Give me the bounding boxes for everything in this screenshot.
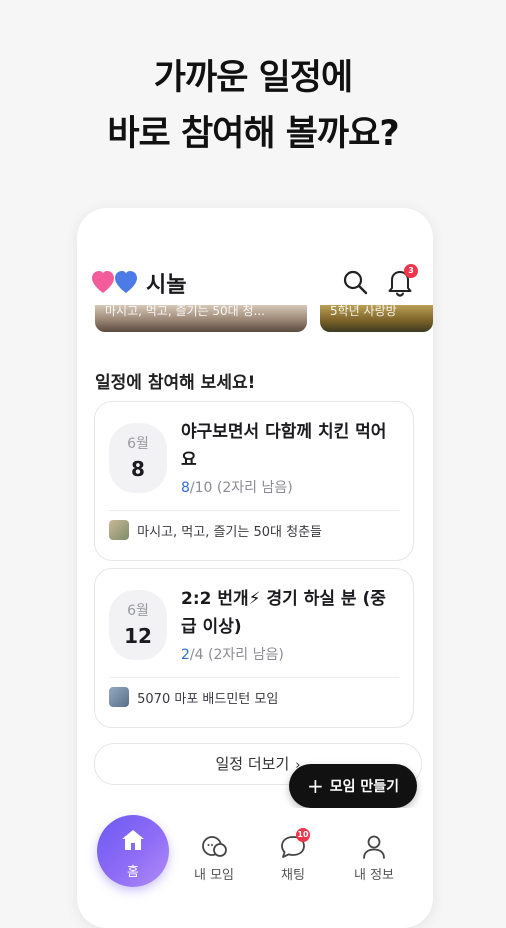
user-icon (363, 835, 385, 859)
chat-badge: 10 (296, 828, 310, 842)
group-name: 5070 마포 배드민턴 모임 (137, 691, 279, 707)
tab-home[interactable]: 홈 (97, 815, 169, 887)
event-month: 6월 (127, 436, 149, 452)
search-icon[interactable] (341, 268, 369, 296)
create-group-label: 모임 만들기 (329, 779, 400, 795)
group-thumbnail (109, 687, 129, 707)
event-month: 6월 (127, 603, 149, 619)
home-icon (122, 830, 144, 850)
capacity-current: 2 (181, 647, 190, 663)
create-group-button[interactable]: + 모임 만들기 (289, 764, 417, 808)
notification-button[interactable]: 3 (386, 264, 418, 299)
group-carousel-card[interactable]: 마시고, 먹고, 즐기는 50대 청... (95, 305, 307, 332)
tab-my-info[interactable]: 내 정보 (339, 834, 409, 883)
tab-home-label: 홈 (127, 865, 139, 880)
event-capacity: 2/4 (2자리 남음) (181, 644, 284, 664)
event-card[interactable]: 6월 8 야구보면서 다함께 치킨 먹어요 8/10 (2자리 남음) 마시고,… (94, 401, 414, 561)
tab-my-info-label: 내 정보 (353, 868, 394, 883)
more-events-label: 일정 더보기 (215, 755, 290, 773)
tab-my-groups-label: 내 모임 (193, 868, 234, 883)
event-card[interactable]: 6월 12 2:2 번개⚡ 경기 하실 분 (중급 이상) 2/4 (2자리 남… (94, 568, 414, 728)
event-day: 8 (131, 457, 145, 481)
promo-headline: 가까운 일정에 바로 참여해 볼까요? (0, 50, 506, 162)
headline-line-1: 가까운 일정에 (153, 58, 353, 98)
event-title: 야구보면서 다함께 치킨 먹어요 (181, 422, 387, 470)
notification-badge: 3 (404, 264, 418, 278)
carousel-caption: 5학년 사랑방 (330, 305, 397, 318)
event-date: 6월 8 (109, 423, 167, 493)
section-title: 일정에 참여해 보세요! (95, 373, 256, 393)
capacity-current: 8 (181, 480, 190, 496)
phone-screen: 시놀 3 마시고, 먹고, 즐기는 50대 청... 5학년 사랑방 일정에 참… (77, 208, 433, 928)
plus-icon: + (306, 774, 324, 798)
app-logo-icon (92, 271, 137, 293)
groups-chat-icon (202, 836, 227, 857)
event-group: 5070 마포 배드민턴 모임 (109, 687, 278, 709)
event-date: 6월 12 (109, 590, 167, 660)
event-day: 12 (124, 624, 152, 648)
group-name: 마시고, 먹고, 즐기는 50대 청춘들 (137, 524, 322, 540)
group-carousel-card[interactable]: 5학년 사랑방 (320, 305, 433, 332)
capacity-rest: /10 (2자리 남음) (189, 480, 293, 496)
app-bar: 시놀 3 (77, 263, 433, 303)
event-group: 마시고, 먹고, 즐기는 50대 청춘들 (109, 520, 322, 542)
event-capacity: 8/10 (2자리 남음) (181, 477, 293, 497)
tab-chat-label: 채팅 (281, 868, 305, 883)
bottom-tab-bar: 홈 내 모임 10 채팅 내 정보 (77, 808, 433, 900)
event-title: 2:2 번개⚡ 경기 하실 분 (중급 이상) (181, 589, 386, 637)
headline-line-2: 바로 참여해 볼까요? (107, 114, 399, 154)
group-thumbnail (109, 520, 129, 540)
divider (109, 677, 399, 678)
carousel-caption: 마시고, 먹고, 즐기는 50대 청... (105, 305, 266, 318)
capacity-rest: /4 (2자리 남음) (189, 647, 284, 663)
app-title: 시놀 (146, 273, 187, 298)
tab-chat[interactable]: 10 채팅 (258, 828, 328, 883)
divider (109, 510, 399, 511)
tab-my-groups[interactable]: 내 모임 (179, 834, 249, 883)
